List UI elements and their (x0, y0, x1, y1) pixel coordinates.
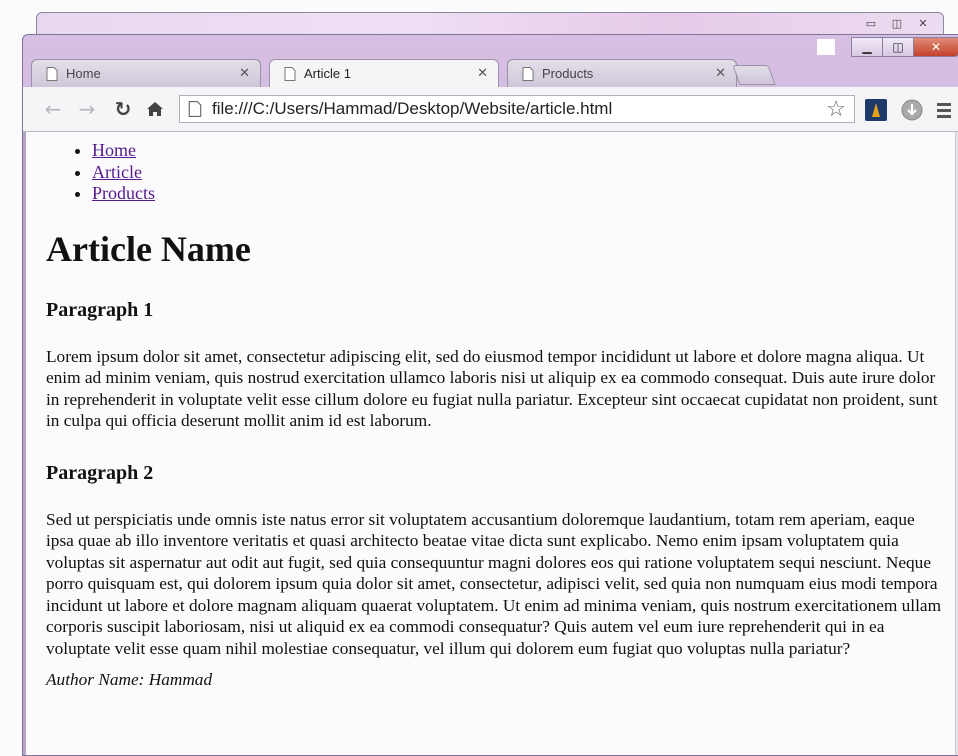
close-tab-icon[interactable]: ✕ (477, 66, 488, 81)
tab-strip: Home ✕ Products ✕ Article 1 ✕ (31, 59, 791, 87)
page-icon (188, 101, 202, 117)
tab-article-1[interactable]: Article 1 ✕ (269, 59, 499, 87)
nav-list: Home Article Products (46, 140, 955, 205)
home-icon[interactable] (143, 97, 167, 121)
article-title: Article Name (46, 228, 251, 269)
list-item: Home (92, 140, 955, 162)
url-input[interactable] (210, 98, 827, 120)
bookmark-star-icon[interactable]: ☆ (826, 97, 846, 122)
list-item: Article (92, 162, 955, 184)
minimize-button[interactable]: ▁ (851, 37, 883, 57)
paragraph: Lorem ipsum dolor sit amet, consectetur … (46, 346, 938, 431)
menu-icon[interactable] (937, 99, 958, 121)
forward-icon[interactable]: → (75, 97, 99, 121)
close-icon[interactable]: ✕ (913, 16, 933, 30)
restore-icon[interactable]: ◫ (887, 16, 907, 30)
page-icon (46, 66, 58, 81)
browser-toolbar: ← → ↻ ☆ (23, 87, 958, 132)
page-icon (284, 66, 296, 81)
paragraph: Sed ut perspiciatis unde omnis iste natu… (46, 509, 942, 658)
background-window-controls: ▭ ◫ ✕ (861, 16, 933, 30)
tab-home[interactable]: Home ✕ (31, 59, 261, 87)
address-bar[interactable]: ☆ (179, 95, 855, 123)
tab-label: Products (542, 66, 594, 81)
tab-label: Article 1 (304, 66, 351, 81)
reload-icon[interactable]: ↻ (111, 97, 135, 121)
nav-link-home[interactable]: Home (92, 140, 136, 160)
nav-link-products[interactable]: Products (92, 183, 155, 203)
page-icon (522, 66, 534, 81)
close-tab-icon[interactable]: ✕ (715, 66, 726, 81)
list-item: Products (92, 183, 955, 205)
window-controls: ▁ ◫ ✕ (851, 37, 958, 57)
section-heading: Paragraph 2 (46, 461, 154, 484)
extension-icon[interactable] (865, 99, 887, 121)
tab-label: Home (66, 66, 101, 81)
window-thumb (817, 39, 835, 55)
back-icon[interactable]: ← (41, 97, 65, 121)
new-tab-button[interactable] (732, 65, 776, 85)
author-name: Author Name: Hammad (46, 670, 213, 689)
nav-link-article[interactable]: Article (92, 162, 142, 182)
maximize-button[interactable]: ◫ (882, 37, 914, 57)
browser-window: ▁ ◫ ✕ Home ✕ Products ✕ Article 1 ✕ ← → … (22, 34, 958, 756)
close-window-button[interactable]: ✕ (913, 37, 958, 57)
minimize-icon[interactable]: ▭ (861, 16, 881, 30)
tab-products[interactable]: Products ✕ (507, 59, 737, 87)
close-tab-icon[interactable]: ✕ (239, 66, 250, 81)
section-heading: Paragraph 1 (46, 298, 154, 321)
page-content: Home Article Products Article Name Parag… (23, 132, 955, 755)
download-icon[interactable] (901, 99, 923, 121)
